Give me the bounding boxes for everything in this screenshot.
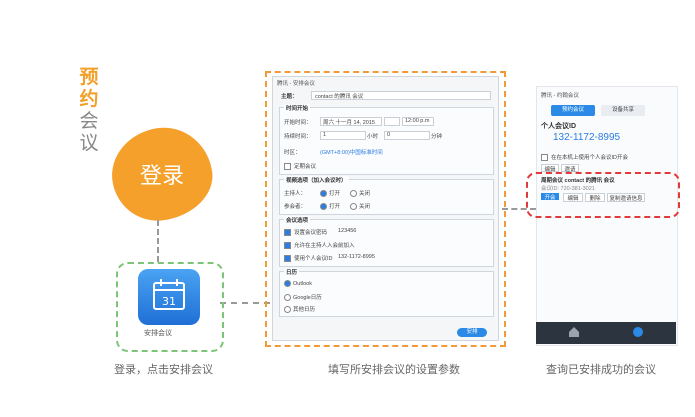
password-label: 设置会议密码	[294, 230, 328, 236]
start-time-input[interactable]: 12:00 p.m	[402, 117, 434, 126]
other-radio[interactable]	[284, 306, 291, 314]
outlook-label: Outlook	[293, 280, 312, 287]
duration-minutes: 0	[387, 132, 391, 138]
join-before-host-option[interactable]: 允许在主持人入会前加入	[284, 241, 355, 250]
calendar-option-other[interactable]: 其他日历	[284, 305, 316, 314]
outlook-radio[interactable]	[284, 280, 291, 287]
participant-label: 参会者：	[284, 204, 307, 210]
calendar-day: 31	[162, 295, 176, 308]
start-time: 12:00 p.m	[405, 118, 430, 124]
desktop-option[interactable]: 在在本机上使用个人会议ID开会	[541, 153, 629, 162]
join-before-host-checkbox[interactable]	[284, 242, 291, 250]
dialog-title: 腾讯 - 安排会议	[277, 81, 315, 87]
recurring-checkbox[interactable]	[284, 163, 291, 171]
login-label: 登录	[139, 164, 184, 189]
tab-share[interactable]: 设备共享	[601, 105, 645, 116]
participant-off-label: 关闭	[359, 204, 371, 210]
timezone-label: 时区：	[284, 150, 301, 156]
minutes-unit: 分钟	[431, 134, 443, 140]
timezone-value[interactable]: (GMT+8:00)中国标准时间	[320, 148, 383, 156]
password-checkbox[interactable]	[284, 229, 291, 237]
use-pmi-option[interactable]: 使用个人会议ID	[284, 254, 333, 263]
participant-off[interactable]: 关闭	[350, 202, 371, 211]
video-group: 视频选项（加入会议时） 主持人： 打开 关闭 参会者： 打开 关闭	[279, 176, 494, 215]
calendar-option-outlook[interactable]: Outlook	[284, 280, 312, 287]
password-value[interactable]: 123456	[338, 228, 356, 234]
start-date-input[interactable]: 周六 十一月 14, 2015	[320, 117, 382, 126]
title-char-1: 预	[79, 66, 99, 88]
recurring-option[interactable]: 定期会议	[284, 162, 317, 171]
google-label: Google日历	[293, 295, 322, 301]
desktop-checkbox[interactable]	[541, 154, 548, 162]
calendar-group-title: 日历	[284, 268, 300, 276]
calendar-group: 日历 Outlook Google日历 其他日历	[279, 268, 494, 317]
participant-on-label: 打开	[329, 204, 341, 210]
date-picker-button[interactable]	[384, 117, 400, 126]
desktop-option-label: 在在本机上使用个人会议ID开会	[551, 155, 629, 161]
connector-left	[220, 302, 270, 304]
start-label: 开始时间：	[284, 120, 312, 126]
meeting-highlight	[526, 172, 680, 218]
password-option[interactable]: 设置会议密码	[284, 228, 328, 237]
host-off[interactable]: 关闭	[350, 189, 371, 198]
title-char-3: 会	[79, 110, 99, 132]
left-caption: 登录，点击安排会议	[114, 364, 213, 376]
home-icon[interactable]	[568, 326, 580, 338]
start-date: 周六 十一月 14, 2015	[323, 120, 375, 126]
pmi-invite-button[interactable]: 邀请	[561, 164, 579, 173]
middle-caption: 填写所安排会议的设置参数	[328, 364, 460, 376]
meeting-options-group: 会议选项 设置会议密码 123456 允许在主持人入会前加入 使用个人会议ID …	[279, 216, 494, 267]
schedule-app-icon[interactable]: 31	[138, 269, 200, 325]
connector-vertical	[157, 220, 159, 262]
use-pmi-label: 使用个人会议ID	[294, 256, 333, 262]
time-group-title: 时间开始	[284, 104, 311, 112]
tab-scheduled[interactable]: 预约会议	[551, 105, 595, 116]
google-radio[interactable]	[284, 294, 291, 302]
host-off-radio[interactable]	[350, 190, 357, 198]
subject-value: contact 的腾讯 会议	[315, 94, 364, 100]
pmi-value: 132-1172-8995	[338, 254, 375, 260]
duration-hours: 1	[323, 132, 327, 138]
panel-title: 腾讯 - 约翰会议	[541, 93, 579, 99]
meetings-icon[interactable]	[632, 326, 644, 338]
calendar-icon: 31	[153, 279, 185, 310]
duration-minutes-select[interactable]: 0	[384, 131, 430, 140]
panel-footer	[536, 322, 676, 344]
host-label: 主持人：	[284, 191, 307, 197]
pmi-number: 132-1172-8995	[553, 132, 621, 143]
app-name: 安排会议	[144, 330, 172, 337]
hours-unit: 小时	[367, 134, 379, 140]
recurring-label: 定期会议	[294, 164, 317, 170]
meeting-group-title: 会议选项	[284, 216, 311, 224]
schedule-dialog: 腾讯 - 安排会议 主题： contact 的腾讯 会议 时间开始 开始时间： …	[272, 76, 499, 341]
host-on[interactable]: 打开	[320, 189, 341, 198]
video-group-title: 视频选项（加入会议时）	[284, 176, 349, 184]
host-on-label: 打开	[329, 191, 341, 197]
right-caption: 查询已安排成功的会议	[546, 364, 656, 376]
pmi-edit-button[interactable]: 编辑	[541, 164, 559, 173]
schedule-button[interactable]: 安排	[457, 328, 487, 337]
subject-label: 主题：	[281, 94, 298, 100]
other-label: 其他日历	[293, 307, 316, 313]
use-pmi-checkbox[interactable]	[284, 255, 291, 263]
title-char-4: 议	[79, 132, 99, 154]
calendar-option-google[interactable]: Google日历	[284, 293, 322, 302]
join-before-host-label: 允许在主持人入会前加入	[294, 243, 355, 249]
participant-on-radio[interactable]	[320, 203, 327, 211]
host-on-radio[interactable]	[320, 190, 327, 198]
participant-on[interactable]: 打开	[320, 202, 341, 211]
participant-off-radio[interactable]	[350, 203, 357, 211]
duration-hours-select[interactable]: 1	[320, 131, 366, 140]
pmi-title: 个人会议ID	[541, 123, 576, 130]
subject-input[interactable]: contact 的腾讯 会议	[311, 91, 491, 100]
time-group: 时间开始 开始时间： 周六 十一月 14, 2015 12:00 p.m 持续时…	[279, 104, 494, 175]
duration-label: 持续时间：	[284, 134, 312, 140]
host-off-label: 关闭	[359, 191, 371, 197]
title-char-2: 约	[79, 88, 99, 110]
